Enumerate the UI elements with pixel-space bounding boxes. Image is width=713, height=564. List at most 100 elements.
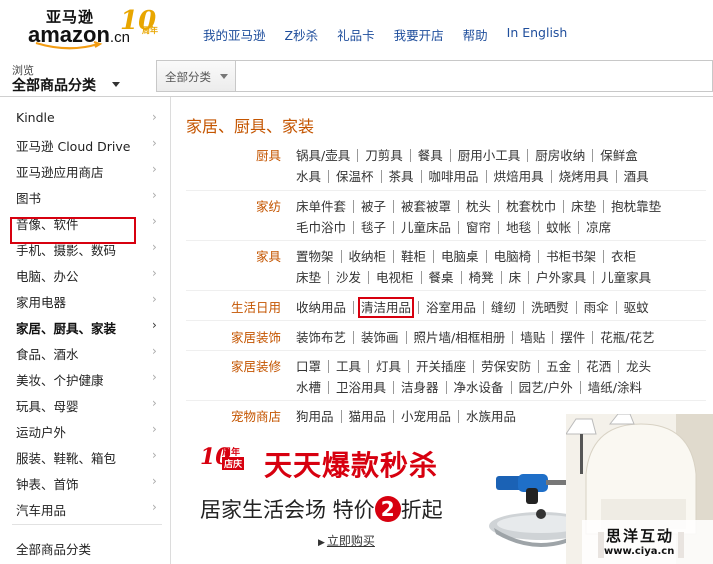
nav-gift-card[interactable]: 礼品卡 [337, 25, 375, 44]
category-link[interactable]: 墙纸/涂料 [588, 380, 642, 395]
category-link[interactable]: 窗帘 [466, 220, 491, 235]
category-link[interactable]: 床 [509, 270, 522, 285]
category-link[interactable]: 抱枕靠垫 [611, 199, 661, 214]
nav-z-flash[interactable]: Z秒杀 [285, 25, 319, 44]
sidebar-item-watches-jewelry[interactable]: 钟表、首饰 › [0, 469, 170, 495]
category-link[interactable]: 餐桌 [429, 270, 454, 285]
sidebar-item-toys-baby[interactable]: 玩具、母婴 › [0, 391, 170, 417]
sidebar-item-automotive[interactable]: 汽车用品 › [0, 495, 170, 521]
category-link[interactable]: 洁身器 [401, 380, 439, 395]
buy-now-link[interactable]: ▶ 立即购买 [318, 532, 375, 549]
category-link[interactable]: 刀剪具 [365, 148, 403, 163]
category-link[interactable]: 咖啡用品 [429, 169, 479, 184]
nav-help[interactable]: 帮助 [463, 25, 488, 44]
category-link[interactable]: 烘焙用具 [494, 169, 544, 184]
category-link[interactable]: 被子 [361, 199, 386, 214]
amazon-logo[interactable]: 亚马逊 amazon.cn 10 周年 [28, 6, 198, 50]
category-link[interactable]: 口罩 [296, 359, 321, 374]
category-link[interactable]: 枕头 [466, 199, 491, 214]
category-link[interactable]: 床垫 [571, 199, 596, 214]
sidebar-item-label: 亚马逊应用商店 [16, 165, 104, 180]
category-link[interactable]: 儿童床品 [401, 220, 451, 235]
category-link[interactable]: 卫浴用具 [336, 380, 386, 395]
category-link[interactable]: 枕套枕巾 [506, 199, 556, 214]
category-link-highlighted[interactable]: 清洁用品 [358, 297, 415, 318]
category-link[interactable]: 雨伞 [584, 300, 609, 315]
category-link[interactable]: 电脑桌 [441, 249, 479, 264]
sidebar-item-beauty-health[interactable]: 美妆、个护健康 › [0, 365, 170, 391]
category-link[interactable]: 保温杯 [336, 169, 374, 184]
category-link[interactable]: 被套被罩 [401, 199, 451, 214]
category-link[interactable]: 收纳用品 [296, 300, 346, 315]
chevron-right-icon: › [152, 370, 157, 384]
nav-my-amazon[interactable]: 我的亚马逊 [203, 25, 266, 44]
sidebar-item-kindle[interactable]: Kindle › [0, 105, 170, 131]
category-link[interactable]: 花洒 [586, 359, 611, 374]
nav-in-english[interactable]: In English [507, 25, 568, 44]
category-link[interactable]: 浴室用品 [426, 300, 476, 315]
category-link[interactable]: 工具 [336, 359, 361, 374]
search-category-select[interactable]: 全部分类 [156, 60, 236, 92]
category-link[interactable]: 沙发 [336, 270, 361, 285]
category-link[interactable]: 园艺/户外 [519, 380, 573, 395]
category-link[interactable]: 缝纫 [491, 300, 516, 315]
category-link[interactable]: 墙贴 [520, 330, 545, 345]
category-link[interactable]: 龙头 [626, 359, 651, 374]
sidebar-item-all-categories[interactable]: 全部商品分类 [0, 534, 170, 560]
category-link[interactable]: 凉席 [586, 220, 611, 235]
category-link[interactable]: 照片墙/相框相册 [414, 330, 506, 345]
sidebar-item-food-drinks[interactable]: 食品、酒水 › [0, 339, 170, 365]
category-link[interactable]: 烧烤用具 [559, 169, 609, 184]
category-link[interactable]: 地毯 [506, 220, 531, 235]
category-link[interactable]: 床垫 [296, 270, 321, 285]
category-link[interactable]: 水具 [296, 169, 321, 184]
sidebar-item-sports-outdoor[interactable]: 运动户外 › [0, 417, 170, 443]
category-link[interactable]: 劳保安防 [481, 359, 531, 374]
category-link[interactable]: 花瓶/花艺 [600, 330, 654, 345]
category-link[interactable]: 儿童家具 [601, 270, 651, 285]
category-link[interactable]: 净水设备 [454, 380, 504, 395]
category-link[interactable]: 户外家具 [536, 270, 586, 285]
category-link[interactable]: 鞋柜 [401, 249, 426, 264]
category-link[interactable]: 驱蚊 [624, 300, 649, 315]
category-link[interactable]: 装饰画 [361, 330, 399, 345]
category-link[interactable]: 置物架 [296, 249, 334, 264]
sidebar-item-app-store[interactable]: 亚马逊应用商店 › [0, 157, 170, 183]
category-link[interactable]: 酒具 [624, 169, 649, 184]
sidebar-item-computers-office[interactable]: 电脑、办公 › [0, 261, 170, 287]
link-line: 置物架 收纳柜 鞋柜 电脑桌 电脑椅 书柜书架 衣柜 [296, 246, 706, 267]
category-link[interactable]: 五金 [546, 359, 571, 374]
sidebar-item-clothing-shoes[interactable]: 服装、鞋靴、箱包 › [0, 443, 170, 469]
category-link[interactable]: 洗晒熨 [531, 300, 569, 315]
category-link[interactable]: 厨用小工具 [458, 148, 521, 163]
category-link[interactable]: 茶具 [389, 169, 414, 184]
category-link[interactable]: 灯具 [376, 359, 401, 374]
sidebar-item-home-kitchen[interactable]: 家居、厨具、家装 › [0, 313, 170, 339]
category-link[interactable]: 电视柜 [376, 270, 414, 285]
category-link[interactable]: 椅凳 [469, 270, 494, 285]
category-link[interactable]: 水槽 [296, 380, 321, 395]
category-link[interactable]: 电脑椅 [494, 249, 532, 264]
category-link[interactable]: 锅具/壶具 [296, 148, 350, 163]
watermark-cn: 思洋互动 [606, 527, 675, 545]
category-link[interactable]: 毯子 [361, 220, 386, 235]
category-link[interactable]: 摆件 [560, 330, 585, 345]
nav-open-store[interactable]: 我要开店 [394, 25, 444, 44]
sidebar-item-cloud-drive[interactable]: 亚马逊 Cloud Drive › [0, 131, 170, 157]
sidebar-item-appliances[interactable]: 家用电器 › [0, 287, 170, 313]
browse-all-categories[interactable]: 浏览 全部商品分类 [0, 58, 148, 98]
category-link[interactable]: 装饰布艺 [296, 330, 346, 345]
sidebar-item-books[interactable]: 图书 › [0, 183, 170, 209]
category-link[interactable]: 书柜书架 [546, 249, 596, 264]
category-link[interactable]: 开关插座 [416, 359, 466, 374]
search-input[interactable] [236, 60, 713, 92]
category-link[interactable]: 餐具 [418, 148, 443, 163]
category-link[interactable]: 衣柜 [611, 249, 636, 264]
category-link[interactable]: 保鲜盒 [600, 148, 638, 163]
category-link[interactable]: 厨房收纳 [535, 148, 585, 163]
link-line: 收纳用品 清洁用品 浴室用品 缝纫 洗晒熨 雨伞 驱蚊 [296, 297, 706, 318]
category-link[interactable]: 收纳柜 [349, 249, 387, 264]
category-link[interactable]: 床单件套 [296, 199, 346, 214]
category-link[interactable]: 毛巾浴巾 [296, 220, 346, 235]
category-link[interactable]: 蚊帐 [546, 220, 571, 235]
